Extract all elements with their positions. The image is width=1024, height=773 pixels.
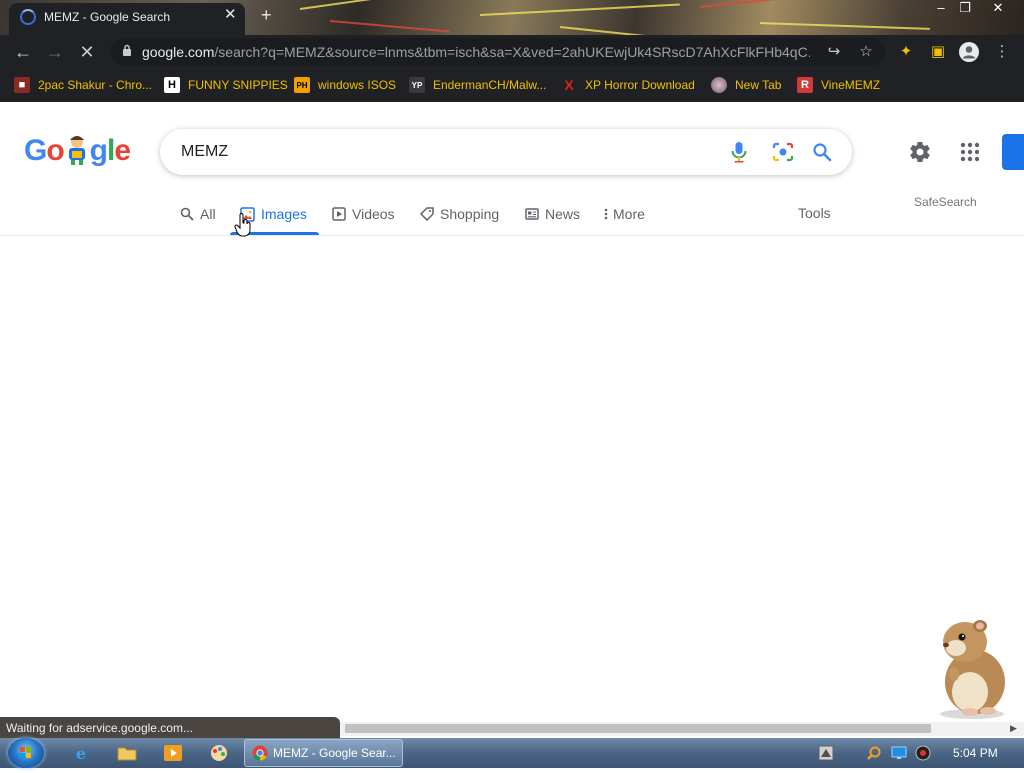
search-icon xyxy=(180,207,194,221)
search-input[interactable]: MEMZ xyxy=(181,143,228,161)
status-text: Waiting for adservice.google.com... xyxy=(6,721,193,735)
news-icon xyxy=(525,208,539,220)
bookmark-icon-yp: YP xyxy=(409,77,425,93)
safesearch-link[interactable]: SafeSearch xyxy=(914,195,977,209)
search-icon[interactable] xyxy=(812,142,832,162)
bookmark-icon-x: X xyxy=(564,77,574,93)
volume-icon[interactable] xyxy=(915,745,931,761)
hand-cursor-icon xyxy=(234,213,251,237)
taskbar-window-title: MEMZ - Google Sear... xyxy=(273,746,396,760)
doodle-figure-icon xyxy=(68,136,85,165)
bookmark-item[interactable]: X XP Horror Download xyxy=(561,75,695,95)
bookmark-icon-2pac: ■ xyxy=(14,77,30,93)
google-apps-grid-icon[interactable] xyxy=(958,140,982,164)
bookmark-icon-r: R xyxy=(797,77,813,93)
media-player-icon[interactable] xyxy=(162,742,184,764)
bookmark-item[interactable]: ■ 2pac Shakur - Chro... xyxy=(14,75,152,95)
paint-icon[interactable] xyxy=(208,742,230,764)
tray-app-icon[interactable] xyxy=(818,745,834,761)
bookmark-icon-ph: PH xyxy=(294,77,310,93)
bookmark-item[interactable]: PH windows ISOS xyxy=(294,75,396,95)
share-icon[interactable]: ↪ xyxy=(824,42,844,62)
tab-videos[interactable]: Videos xyxy=(332,204,395,224)
internet-explorer-icon[interactable]: e xyxy=(70,742,92,764)
bookmark-item[interactable]: New Tab xyxy=(711,75,781,95)
chrome-icon xyxy=(252,745,268,761)
tray-search-icon[interactable] xyxy=(866,745,882,761)
settings-gear-icon[interactable] xyxy=(908,140,932,164)
tab-all[interactable]: All xyxy=(180,204,216,224)
profile-avatar-icon[interactable] xyxy=(958,41,980,63)
lock-icon[interactable] xyxy=(122,44,132,56)
play-icon xyxy=(332,207,346,221)
google-doodle-logo[interactable]: Go gle xyxy=(24,134,131,168)
stop-loading-icon[interactable]: ✕ xyxy=(76,42,98,62)
bookmark-icon-newtab xyxy=(711,77,727,93)
tab-title: MEMZ - Google Search xyxy=(44,10,171,24)
kebab-menu-icon[interactable]: ⋮ xyxy=(992,42,1012,62)
bookmark-item[interactable]: H FUNNY SNIPPIES xyxy=(164,75,288,95)
tools-button[interactable]: Tools xyxy=(798,205,831,221)
forward-icon[interactable]: → xyxy=(44,42,66,62)
tag-icon xyxy=(420,207,434,221)
url-text[interactable]: google.com/search?q=MEMZ&source=lnms&tbm… xyxy=(142,44,810,60)
hamster-image xyxy=(940,620,1005,719)
sign-in-button[interactable] xyxy=(1002,134,1024,170)
bookmark-item[interactable]: YP EndermanCH/Malw... xyxy=(409,75,546,95)
network-monitor-icon[interactable] xyxy=(891,745,907,761)
minimize-icon[interactable]: – xyxy=(928,0,954,16)
tab-shopping[interactable]: Shopping xyxy=(420,204,499,224)
new-tab-icon[interactable]: + xyxy=(261,5,272,26)
window-close-icon[interactable]: ✕ xyxy=(985,0,1011,16)
bookmark-item[interactable]: R VineMEMZ xyxy=(797,75,880,95)
loading-spinner-icon xyxy=(20,9,36,25)
side-panel-icon[interactable]: ▣ xyxy=(928,42,948,62)
back-icon[interactable]: ← xyxy=(12,42,34,62)
start-button[interactable] xyxy=(8,738,44,768)
bookmark-icon-h: H xyxy=(164,77,180,93)
header-divider xyxy=(0,235,1024,236)
file-explorer-icon[interactable] xyxy=(116,742,138,764)
more-vert-icon xyxy=(604,208,608,220)
lens-camera-icon[interactable] xyxy=(771,141,795,163)
scroll-right-arrow-icon[interactable]: ▶ xyxy=(1010,723,1017,734)
tab-news[interactable]: News xyxy=(525,204,580,224)
tab-close-icon[interactable]: ✕ xyxy=(224,7,237,23)
windows-logo-icon xyxy=(20,747,31,758)
tab-more[interactable]: More xyxy=(603,204,645,224)
star-icon[interactable]: ☆ xyxy=(856,42,876,62)
scrollbar-thumb[interactable] xyxy=(345,724,931,733)
taskbar-clock[interactable]: 5:04 PM xyxy=(953,746,998,760)
restore-icon[interactable]: ❐ xyxy=(952,0,978,16)
microphone-icon[interactable] xyxy=(729,141,749,163)
extensions-icon[interactable]: ✦ xyxy=(896,42,916,62)
